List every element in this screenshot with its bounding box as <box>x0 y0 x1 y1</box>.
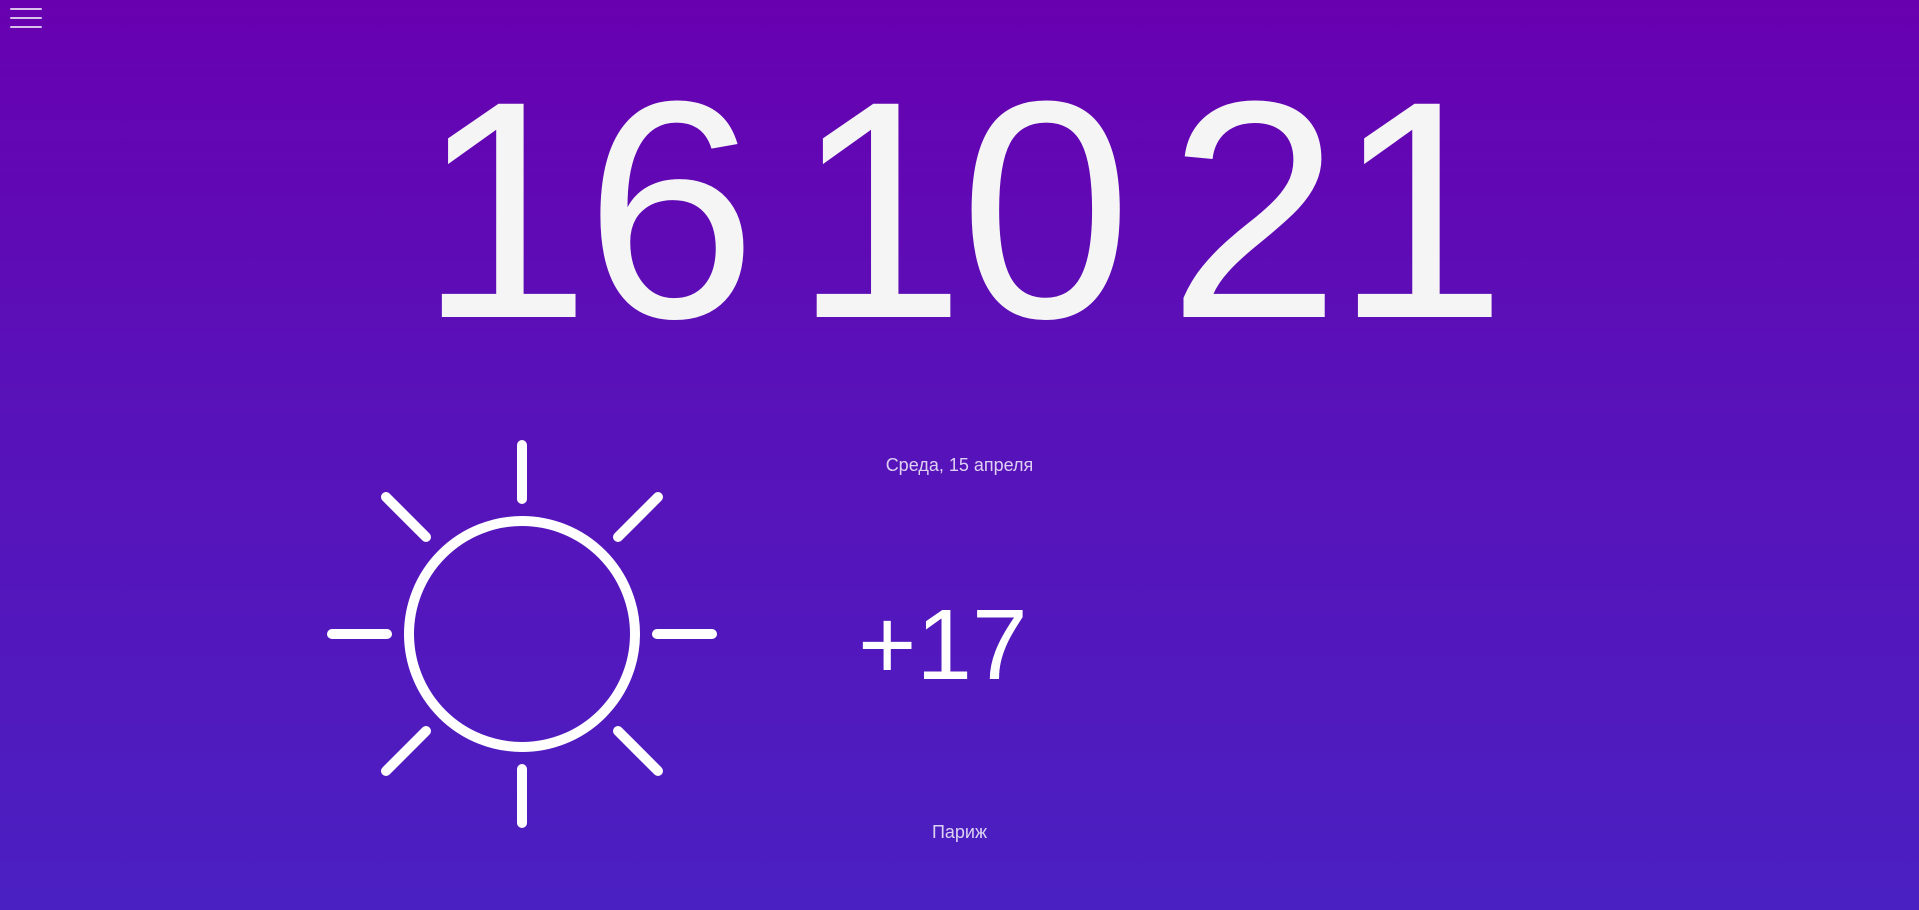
temperature: +17 <box>858 589 1028 701</box>
clock-minutes: 10 <box>793 36 1132 383</box>
city-label: Париж <box>931 822 988 842</box>
menu-button[interactable] <box>8 6 44 30</box>
hamburger-menu-icon-line <box>10 17 42 19</box>
clock-hours: 16 <box>418 36 757 383</box>
hamburger-menu-icon-line <box>10 26 42 28</box>
date-label: Среда, 15 апреля <box>885 455 1034 475</box>
clock-seconds: 21 <box>1167 36 1507 383</box>
clock: 16 10 21 <box>0 36 1919 383</box>
hamburger-menu-icon <box>10 8 42 10</box>
sun-icon <box>327 440 717 828</box>
